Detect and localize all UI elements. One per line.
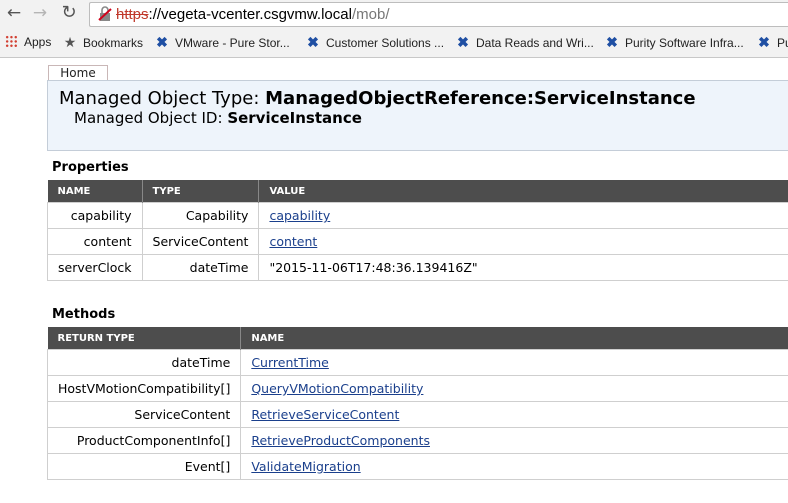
method-name-cell: RetrieveServiceContent <box>240 401 788 428</box>
property-type: ServiceContent <box>141 228 260 255</box>
bookmark-label: Customer Solutions ... <box>326 36 445 50</box>
method-name-cell: QueryVMotionCompatibility <box>240 375 788 402</box>
managed-object-id: Managed Object ID: ServiceInstance <box>74 109 362 127</box>
method-return-type: ProductComponentInfo[] <box>46 427 242 454</box>
bookmark-label: Data Reads and Wri... <box>476 36 594 50</box>
method-link[interactable]: CurrentTime <box>251 355 329 370</box>
properties-title: Properties <box>52 160 129 175</box>
url-scheme: https <box>116 6 149 23</box>
star-icon: ★ <box>63 34 77 50</box>
forward-arrow-icon[interactable]: → <box>29 2 51 24</box>
bookmark-label: VMware - Pure Stor... <box>175 36 290 50</box>
column-header: RETURN TYPE <box>47 327 242 350</box>
table-row: content ServiceContent content <box>47 228 788 255</box>
table-row: dateTime CurrentTime <box>46 349 788 376</box>
back-arrow-icon[interactable]: ← <box>3 2 25 24</box>
table-row: HostVMotionCompatibility[] QueryVMotionC… <box>46 375 788 402</box>
bookmark-bookmarks[interactable]: ★ Bookmarks <box>62 33 143 51</box>
browser-toolbar: ← → ↻ https://vegeta-vcenter.csgvmw.loca… <box>0 0 788 58</box>
column-header: VALUE <box>258 180 788 203</box>
method-return-type: ServiceContent <box>46 401 242 428</box>
table-row: Event[] ValidateMigration <box>46 453 788 480</box>
property-type: Capability <box>141 202 260 229</box>
table-row: ServiceContent RetrieveServiceContent <box>46 401 788 428</box>
method-return-type: Event[] <box>46 453 242 480</box>
method-link[interactable]: RetrieveServiceContent <box>251 407 399 422</box>
method-name-cell: CurrentTime <box>240 349 788 376</box>
apps-grid-icon <box>5 35 18 48</box>
method-return-type: dateTime <box>46 349 242 376</box>
bookmark-label: Bookmarks <box>83 36 144 50</box>
bookmark-label: Pu <box>777 36 788 50</box>
bookmark-label: Apps <box>24 35 52 49</box>
property-value-cell: capability <box>258 202 788 229</box>
properties-header-row: NAME TYPE VALUE <box>47 180 788 203</box>
bookmarks-bar: Apps ★ Bookmarks ✖ VMware - Pure Stor... ✖… <box>0 31 788 53</box>
insecure-lock-icon <box>98 6 112 21</box>
column-header: NAME <box>240 327 788 350</box>
property-value-link[interactable]: capability <box>269 208 330 223</box>
method-name-cell: RetrieveProductComponents <box>240 427 788 454</box>
x-logo-icon: ✖ <box>307 34 319 50</box>
property-name: content <box>47 228 143 255</box>
methods-title: Methods <box>52 307 116 322</box>
bookmark-customer-solutions[interactable]: ✖ Customer Solutions ... <box>305 33 444 51</box>
mo-id-value: ServiceInstance <box>227 109 362 127</box>
properties-table: NAME TYPE VALUE capability Capability ca… <box>47 180 788 281</box>
method-link[interactable]: QueryVMotionCompatibility <box>251 381 423 396</box>
table-row: ProductComponentInfo[] RetrieveProductCo… <box>46 427 788 454</box>
bookmark-label: Purity Software Infra... <box>625 36 744 50</box>
method-link[interactable]: ValidateMigration <box>251 459 360 474</box>
reload-icon[interactable]: ↻ <box>58 2 80 24</box>
method-name-cell: ValidateMigration <box>240 453 788 480</box>
bookmark-pu[interactable]: ✖ Pu <box>756 33 788 51</box>
x-logo-icon: ✖ <box>156 34 168 50</box>
methods-header-row: RETURN TYPE NAME <box>47 327 788 350</box>
bookmark-apps[interactable]: Apps <box>5 33 51 51</box>
method-return-type: HostVMotionCompatibility[] <box>46 375 242 402</box>
home-tab[interactable]: Home <box>48 65 108 81</box>
method-link[interactable]: RetrieveProductComponents <box>251 433 430 448</box>
managed-object-header: Managed Object Type: ManagedObjectRefere… <box>47 80 788 151</box>
methods-table: RETURN TYPE NAME dateTime CurrentTime Ho… <box>46 327 788 480</box>
property-type: dateTime <box>141 254 260 281</box>
property-value-cell: content <box>258 228 788 255</box>
managed-object-type: Managed Object Type: ManagedObjectRefere… <box>59 88 696 109</box>
bookmark-vmware-pure[interactable]: ✖ VMware - Pure Stor... <box>154 33 290 51</box>
bookmark-data-reads[interactable]: ✖ Data Reads and Wri... <box>455 33 594 51</box>
mo-type-value: ManagedObjectReference:ServiceInstance <box>265 88 696 109</box>
url-text[interactable]: https://vegeta-vcenter.csgvmw.local/mob/ <box>116 5 389 24</box>
property-name: serverClock <box>47 254 143 281</box>
x-logo-icon: ✖ <box>457 34 469 50</box>
mo-type-label: Managed Object Type: <box>59 88 260 109</box>
property-value-link[interactable]: content <box>269 234 317 249</box>
mo-id-label: Managed Object ID: <box>74 109 223 127</box>
column-header: TYPE <box>142 180 260 203</box>
bookmark-purity-software[interactable]: ✖ Purity Software Infra... <box>604 33 744 51</box>
column-header: NAME <box>47 180 143 203</box>
property-name: capability <box>47 202 143 229</box>
table-row: capability Capability capability <box>47 202 788 229</box>
address-bar[interactable]: https://vegeta-vcenter.csgvmw.local/mob/ <box>89 2 788 27</box>
x-logo-icon: ✖ <box>606 34 618 50</box>
url-path: /mob/ <box>351 6 390 23</box>
url-host: ://vegeta-vcenter.csgvmw.local <box>148 6 352 23</box>
property-value: "2015-11-06T17:48:36.139416Z" <box>258 254 788 281</box>
table-row: serverClock dateTime "2015-11-06T17:48:3… <box>47 254 788 281</box>
x-logo-icon: ✖ <box>758 34 770 50</box>
